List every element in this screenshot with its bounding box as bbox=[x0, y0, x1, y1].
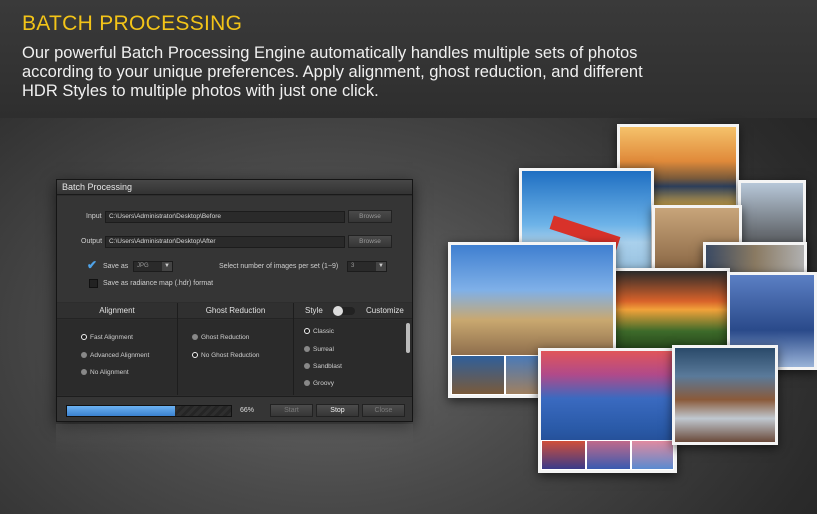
radio-icon bbox=[192, 334, 198, 340]
section-heading: BATCH PROCESSING bbox=[22, 12, 243, 35]
radio-style-classic[interactable]: Classic bbox=[304, 328, 334, 335]
progress-bar bbox=[66, 405, 232, 417]
radio-label: Classic bbox=[313, 328, 334, 335]
radio-style-groovy[interactable]: Groovy bbox=[304, 380, 334, 387]
radio-label: Groovy bbox=[313, 380, 334, 387]
photo-rocky-coast bbox=[672, 345, 778, 445]
radiance-label: Save as radiance map (.hdr) format bbox=[103, 280, 214, 287]
ghost-reduction-header: Ghost Reduction bbox=[178, 303, 293, 319]
batch-processing-dialog: Batch Processing Input C:\Users\Administ… bbox=[56, 179, 413, 422]
radio-label: Surreal bbox=[313, 346, 334, 353]
radio-icon bbox=[81, 352, 87, 358]
radio-icon bbox=[81, 369, 87, 375]
progress-percent: 66% bbox=[240, 407, 255, 414]
radio-label: Ghost Reduction bbox=[201, 334, 250, 341]
thumb-1 bbox=[451, 355, 505, 395]
radio-selected-icon bbox=[304, 328, 310, 334]
radio-style-sandblast[interactable]: Sandblast bbox=[304, 363, 342, 370]
section-description: Our powerful Batch Processing Engine aut… bbox=[22, 44, 643, 100]
save-as-label: Save as bbox=[103, 263, 129, 270]
settings-panel: Input C:\Users\Administrator\Desktop\Bef… bbox=[57, 196, 412, 302]
radio-style-surreal[interactable]: Surreal bbox=[304, 346, 334, 353]
radio-label: Fast Alignment bbox=[90, 334, 133, 341]
radio-label: No Alignment bbox=[90, 369, 129, 376]
radio-no-ghost-reduction[interactable]: No Ghost Reduction bbox=[192, 352, 260, 359]
output-label: Output bbox=[81, 238, 103, 245]
thumb-4 bbox=[541, 440, 586, 470]
radiance-checkbox[interactable] bbox=[89, 279, 98, 288]
photo-misty-mountains bbox=[538, 348, 677, 473]
radio-icon bbox=[304, 346, 310, 352]
thumb-6 bbox=[631, 440, 674, 470]
customize-toggle[interactable] bbox=[333, 306, 355, 316]
radio-label: Advanced Alignment bbox=[90, 352, 150, 359]
radio-icon bbox=[304, 363, 310, 369]
ghost-options: Ghost Reduction No Ghost Reduction bbox=[178, 320, 293, 395]
images-per-set-value: 3 bbox=[351, 263, 355, 269]
chevron-down-icon: ▼ bbox=[376, 262, 386, 271]
alignment-header: Alignment bbox=[57, 303, 177, 319]
toggle-knob bbox=[333, 306, 343, 316]
alignment-options: Fast Alignment Advanced Alignment No Ali… bbox=[57, 320, 177, 395]
dialog-reflection bbox=[56, 424, 413, 454]
save-format-value: JPG bbox=[137, 263, 149, 269]
radio-ghost-reduction[interactable]: Ghost Reduction bbox=[192, 334, 249, 341]
radio-advanced-alignment[interactable]: Advanced Alignment bbox=[81, 352, 149, 359]
radio-no-alignment[interactable]: No Alignment bbox=[81, 369, 129, 376]
radio-selected-icon bbox=[81, 334, 87, 340]
save-as-checkbox[interactable]: ✔ bbox=[87, 258, 97, 272]
customize-label: Customize bbox=[366, 306, 404, 315]
stop-button[interactable]: Stop bbox=[316, 404, 359, 417]
radio-label: Sandblast bbox=[313, 363, 342, 370]
radio-icon bbox=[304, 380, 310, 386]
input-browse-button[interactable]: Browse bbox=[348, 210, 392, 223]
progress-fill bbox=[67, 406, 175, 416]
input-label: Input bbox=[86, 213, 102, 220]
radio-label: No Ghost Reduction bbox=[201, 352, 260, 359]
output-path-field[interactable]: C:\Users\Administrator\Desktop\After bbox=[105, 236, 345, 248]
chevron-down-icon: ▼ bbox=[162, 262, 172, 271]
radio-fast-alignment[interactable]: Fast Alignment bbox=[81, 334, 133, 341]
style-header-label: Style bbox=[305, 306, 323, 315]
save-format-select[interactable]: JPG ▼ bbox=[133, 261, 173, 272]
start-button[interactable]: Start bbox=[270, 404, 313, 417]
dialog-title: Batch Processing bbox=[57, 180, 412, 195]
style-options: Classic Surreal Sandblast Groovy bbox=[294, 320, 412, 395]
images-per-set-label: Select number of images per set (1~9) bbox=[219, 263, 339, 270]
thumb-5 bbox=[586, 440, 631, 470]
close-button[interactable]: Close bbox=[362, 404, 405, 417]
images-per-set-select[interactable]: 3 ▼ bbox=[347, 261, 387, 272]
radio-selected-icon bbox=[192, 352, 198, 358]
input-path-field[interactable]: C:\Users\Administrator\Desktop\Before bbox=[105, 211, 345, 223]
style-scrollbar[interactable] bbox=[406, 323, 410, 353]
output-browse-button[interactable]: Browse bbox=[348, 235, 392, 248]
progress-bar-area: 66% Start Stop Close bbox=[57, 396, 412, 421]
